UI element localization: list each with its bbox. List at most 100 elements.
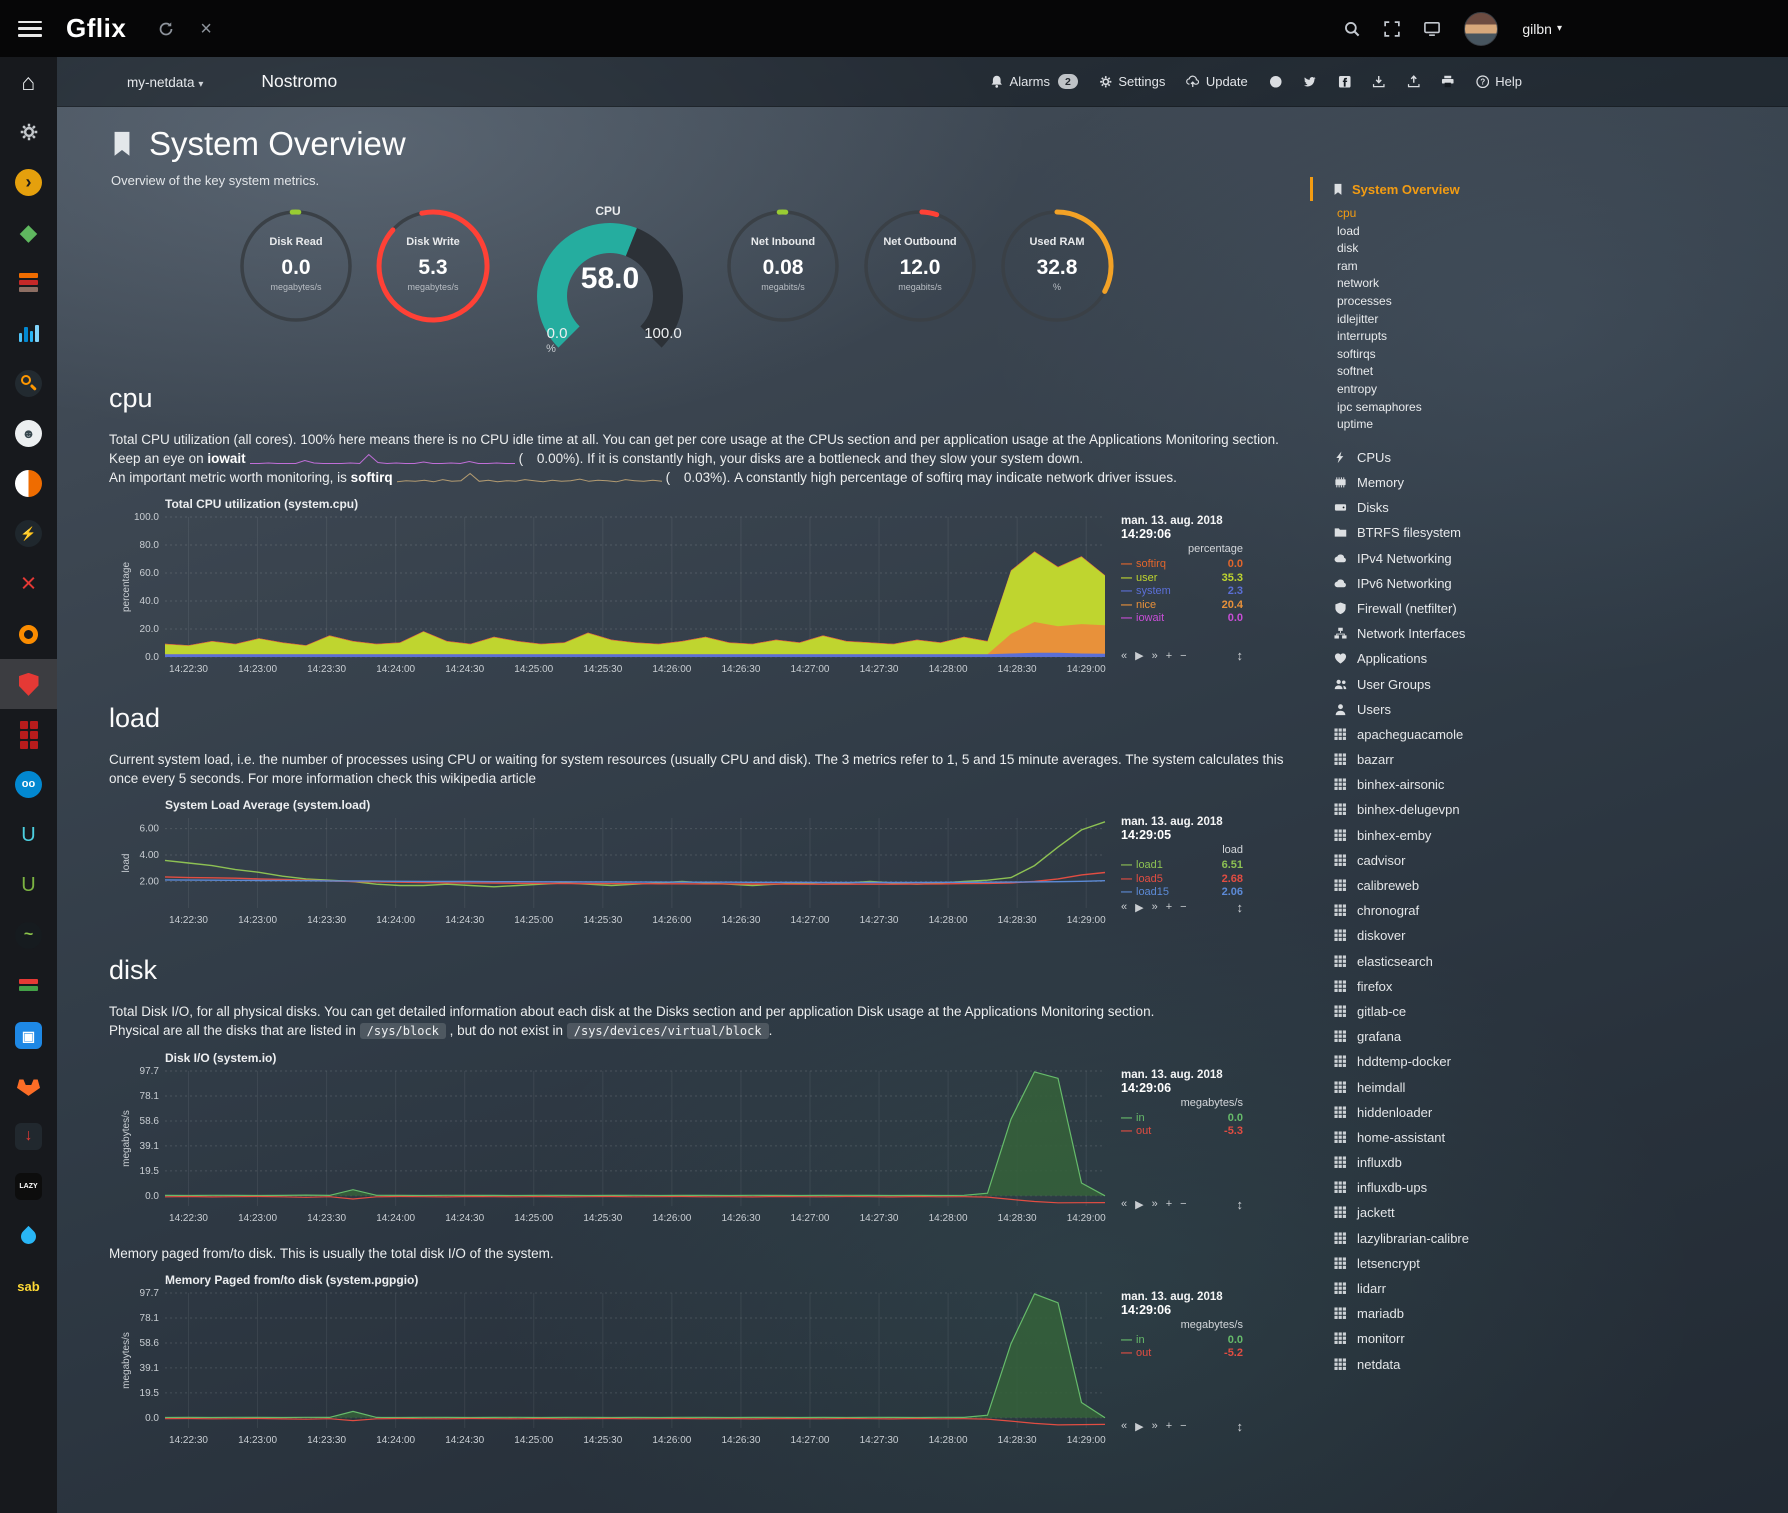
gauge-disk-read[interactable]: Disk Read 0.0 megabytes/s bbox=[231, 204, 361, 333]
menu-app-home-assistant[interactable]: home-assistant bbox=[1310, 1125, 1780, 1150]
gauge-net-inbound[interactable]: Net Inbound 0.08 megabits/s bbox=[718, 204, 848, 333]
menu-sub-interrupts[interactable]: interrupts bbox=[1337, 328, 1780, 346]
menu-app-heimdall[interactable]: heimdall bbox=[1310, 1074, 1780, 1099]
sidebar-app-app-search[interactable] bbox=[0, 358, 57, 408]
legend-item-softirq[interactable]: — softirq 0.0 bbox=[1121, 558, 1243, 572]
menu-app-grafana[interactable]: grafana bbox=[1310, 1024, 1780, 1049]
menu-app-monitorr[interactable]: monitorr bbox=[1310, 1326, 1780, 1351]
play-button[interactable]: ▶ bbox=[1135, 1198, 1143, 1211]
menu-sub-entropy[interactable]: entropy bbox=[1337, 381, 1780, 399]
sidebar-app-app-half[interactable] bbox=[0, 459, 57, 509]
menu-disks[interactable]: Disks bbox=[1310, 495, 1780, 520]
settings-button[interactable]: Settings bbox=[1099, 74, 1165, 89]
sidebar-app-app-face[interactable]: ☻ bbox=[0, 408, 57, 458]
gauge-net-outbound[interactable]: Net Outbound 12.0 megabits/s bbox=[855, 204, 985, 333]
resize-handle[interactable]: ↕ bbox=[1237, 900, 1244, 915]
sidebar-app-settings[interactable] bbox=[0, 107, 57, 157]
menu-sub-ipc-semaphores[interactable]: ipc semaphores bbox=[1337, 399, 1780, 417]
sidebar-app-app-shield[interactable] bbox=[0, 659, 57, 709]
menu-sub-processes[interactable]: processes bbox=[1337, 293, 1780, 311]
resize-handle[interactable]: ↕ bbox=[1237, 1419, 1244, 1434]
sidebar-app-app-ring[interactable] bbox=[0, 609, 57, 659]
menu-button[interactable] bbox=[18, 21, 42, 37]
search-icon[interactable] bbox=[1344, 21, 1360, 37]
pan-left-button[interactable]: « bbox=[1121, 1198, 1127, 1210]
sidebar-app-home[interactable]: ⌂ bbox=[0, 57, 57, 107]
pan-left-button[interactable]: « bbox=[1121, 650, 1127, 662]
zoom-in-button[interactable]: + bbox=[1166, 1198, 1172, 1210]
play-button[interactable]: ▶ bbox=[1135, 901, 1143, 914]
github-icon[interactable] bbox=[1269, 75, 1283, 89]
menu-app-firefox[interactable]: firefox bbox=[1310, 974, 1780, 999]
menu-app-binhex-airsonic[interactable]: binhex-airsonic bbox=[1310, 772, 1780, 797]
legend-item-out[interactable]: — out -5.3 bbox=[1121, 1125, 1243, 1139]
menu-system-overview[interactable]: System Overview bbox=[1310, 177, 1780, 201]
wikipedia-link[interactable]: wikipedia article bbox=[441, 771, 536, 786]
menu-app-cadvisor[interactable]: cadvisor bbox=[1310, 848, 1780, 873]
menu-ipv6-networking[interactable]: IPv6 Networking bbox=[1310, 571, 1780, 596]
menu-app-mariadb[interactable]: mariadb bbox=[1310, 1301, 1780, 1326]
sidebar-app-app-u-teal[interactable]: U bbox=[0, 810, 57, 860]
sidebar-app-app-window[interactable]: ▣ bbox=[0, 1011, 57, 1061]
menu-app-elasticsearch[interactable]: elasticsearch bbox=[1310, 948, 1780, 973]
monitor-icon[interactable] bbox=[1424, 21, 1440, 37]
alarms-button[interactable]: Alarms 2 bbox=[990, 74, 1078, 89]
sidebar-app-app-bars2[interactable] bbox=[0, 960, 57, 1010]
legend-item-in[interactable]: — in 0.0 bbox=[1121, 1112, 1243, 1126]
menu-app-lidarr[interactable]: lidarr bbox=[1310, 1276, 1780, 1301]
zoom-out-button[interactable]: − bbox=[1180, 901, 1186, 913]
menu-user-groups[interactable]: User Groups bbox=[1310, 671, 1780, 696]
print-icon[interactable] bbox=[1441, 75, 1455, 89]
sidebar-app-app-books[interactable] bbox=[0, 258, 57, 308]
twitter-icon[interactable] bbox=[1303, 75, 1317, 89]
menu-sub-load[interactable]: load bbox=[1337, 223, 1780, 241]
menu-app-chronograf[interactable]: chronograf bbox=[1310, 898, 1780, 923]
chart-plot-pgpgio-chart[interactable]: 14:22:3014:23:0014:23:3014:24:0014:24:30… bbox=[119, 1287, 1109, 1450]
sidebar-app-app-bolt[interactable]: ⚡ bbox=[0, 509, 57, 559]
softirq-sparkline[interactable] bbox=[397, 471, 662, 485]
sidebar-app-gitlab[interactable] bbox=[0, 1061, 57, 1111]
sidebar-app-app-oo[interactable]: oo bbox=[0, 760, 57, 810]
import-icon[interactable] bbox=[1372, 75, 1386, 89]
legend-item-in[interactable]: — in 0.0 bbox=[1121, 1334, 1243, 1348]
pan-left-button[interactable]: « bbox=[1121, 901, 1127, 913]
menu-memory[interactable]: Memory bbox=[1310, 470, 1780, 495]
pan-right-button[interactable]: » bbox=[1152, 901, 1158, 913]
menu-app-influxdb[interactable]: influxdb bbox=[1310, 1150, 1780, 1175]
menu-sub-uptime[interactable]: uptime bbox=[1337, 416, 1780, 434]
menu-app-binhex-delugevpn[interactable]: binhex-delugevpn bbox=[1310, 797, 1780, 822]
zoom-out-button[interactable]: − bbox=[1180, 650, 1186, 662]
sidebar-app-sabnzbd[interactable]: sab bbox=[0, 1262, 57, 1312]
play-button[interactable]: ▶ bbox=[1135, 649, 1143, 662]
sidebar-app-app-drop[interactable] bbox=[0, 1211, 57, 1261]
menu-app-gitlab-ce[interactable]: gitlab-ce bbox=[1310, 999, 1780, 1024]
menu-app-letsencrypt[interactable]: letsencrypt bbox=[1310, 1251, 1780, 1276]
zoom-in-button[interactable]: + bbox=[1166, 1420, 1172, 1432]
zoom-out-button[interactable]: − bbox=[1180, 1198, 1186, 1210]
sidebar-app-lazylibrarian[interactable]: LAZY bbox=[0, 1161, 57, 1211]
facebook-icon[interactable] bbox=[1338, 75, 1352, 89]
legend-item-load5[interactable]: — load5 2.68 bbox=[1121, 873, 1243, 887]
sidebar-app-app-cross[interactable]: × bbox=[0, 559, 57, 609]
sidebar-app-app-u-green[interactable]: U bbox=[0, 860, 57, 910]
gauge-used-ram[interactable]: Used RAM 32.8 % bbox=[992, 204, 1122, 333]
menu-btrfs-filesystem[interactable]: BTRFS filesystem bbox=[1310, 520, 1780, 545]
sidebar-app-plex[interactable]: › bbox=[0, 157, 57, 207]
menu-network-interfaces[interactable]: Network Interfaces bbox=[1310, 621, 1780, 646]
sidebar-app-app-diamond[interactable]: ◆ bbox=[0, 208, 57, 258]
resize-handle[interactable]: ↕ bbox=[1237, 1197, 1244, 1212]
menu-users[interactable]: Users bbox=[1310, 697, 1780, 722]
menu-sub-disk[interactable]: disk bbox=[1337, 240, 1780, 258]
chart-plot-load-chart[interactable]: 14:22:3014:23:0014:23:3014:24:0014:24:30… bbox=[119, 812, 1109, 930]
menu-cpus[interactable]: CPUs bbox=[1310, 445, 1780, 470]
server-dropdown[interactable]: my-netdata ▾ bbox=[127, 75, 203, 90]
legend-item-system[interactable]: — system 2.3 bbox=[1121, 585, 1243, 599]
fullscreen-icon[interactable] bbox=[1384, 21, 1400, 37]
menu-app-hiddenloader[interactable]: hiddenloader bbox=[1310, 1100, 1780, 1125]
sidebar-app-app-grid[interactable] bbox=[0, 709, 57, 759]
iowait-sparkline[interactable] bbox=[250, 452, 515, 466]
menu-sub-idlejitter[interactable]: idlejitter bbox=[1337, 311, 1780, 329]
menu-sub-softirqs[interactable]: softirqs bbox=[1337, 346, 1780, 364]
zoom-in-button[interactable]: + bbox=[1166, 650, 1172, 662]
legend-item-nice[interactable]: — nice 20.4 bbox=[1121, 599, 1243, 613]
